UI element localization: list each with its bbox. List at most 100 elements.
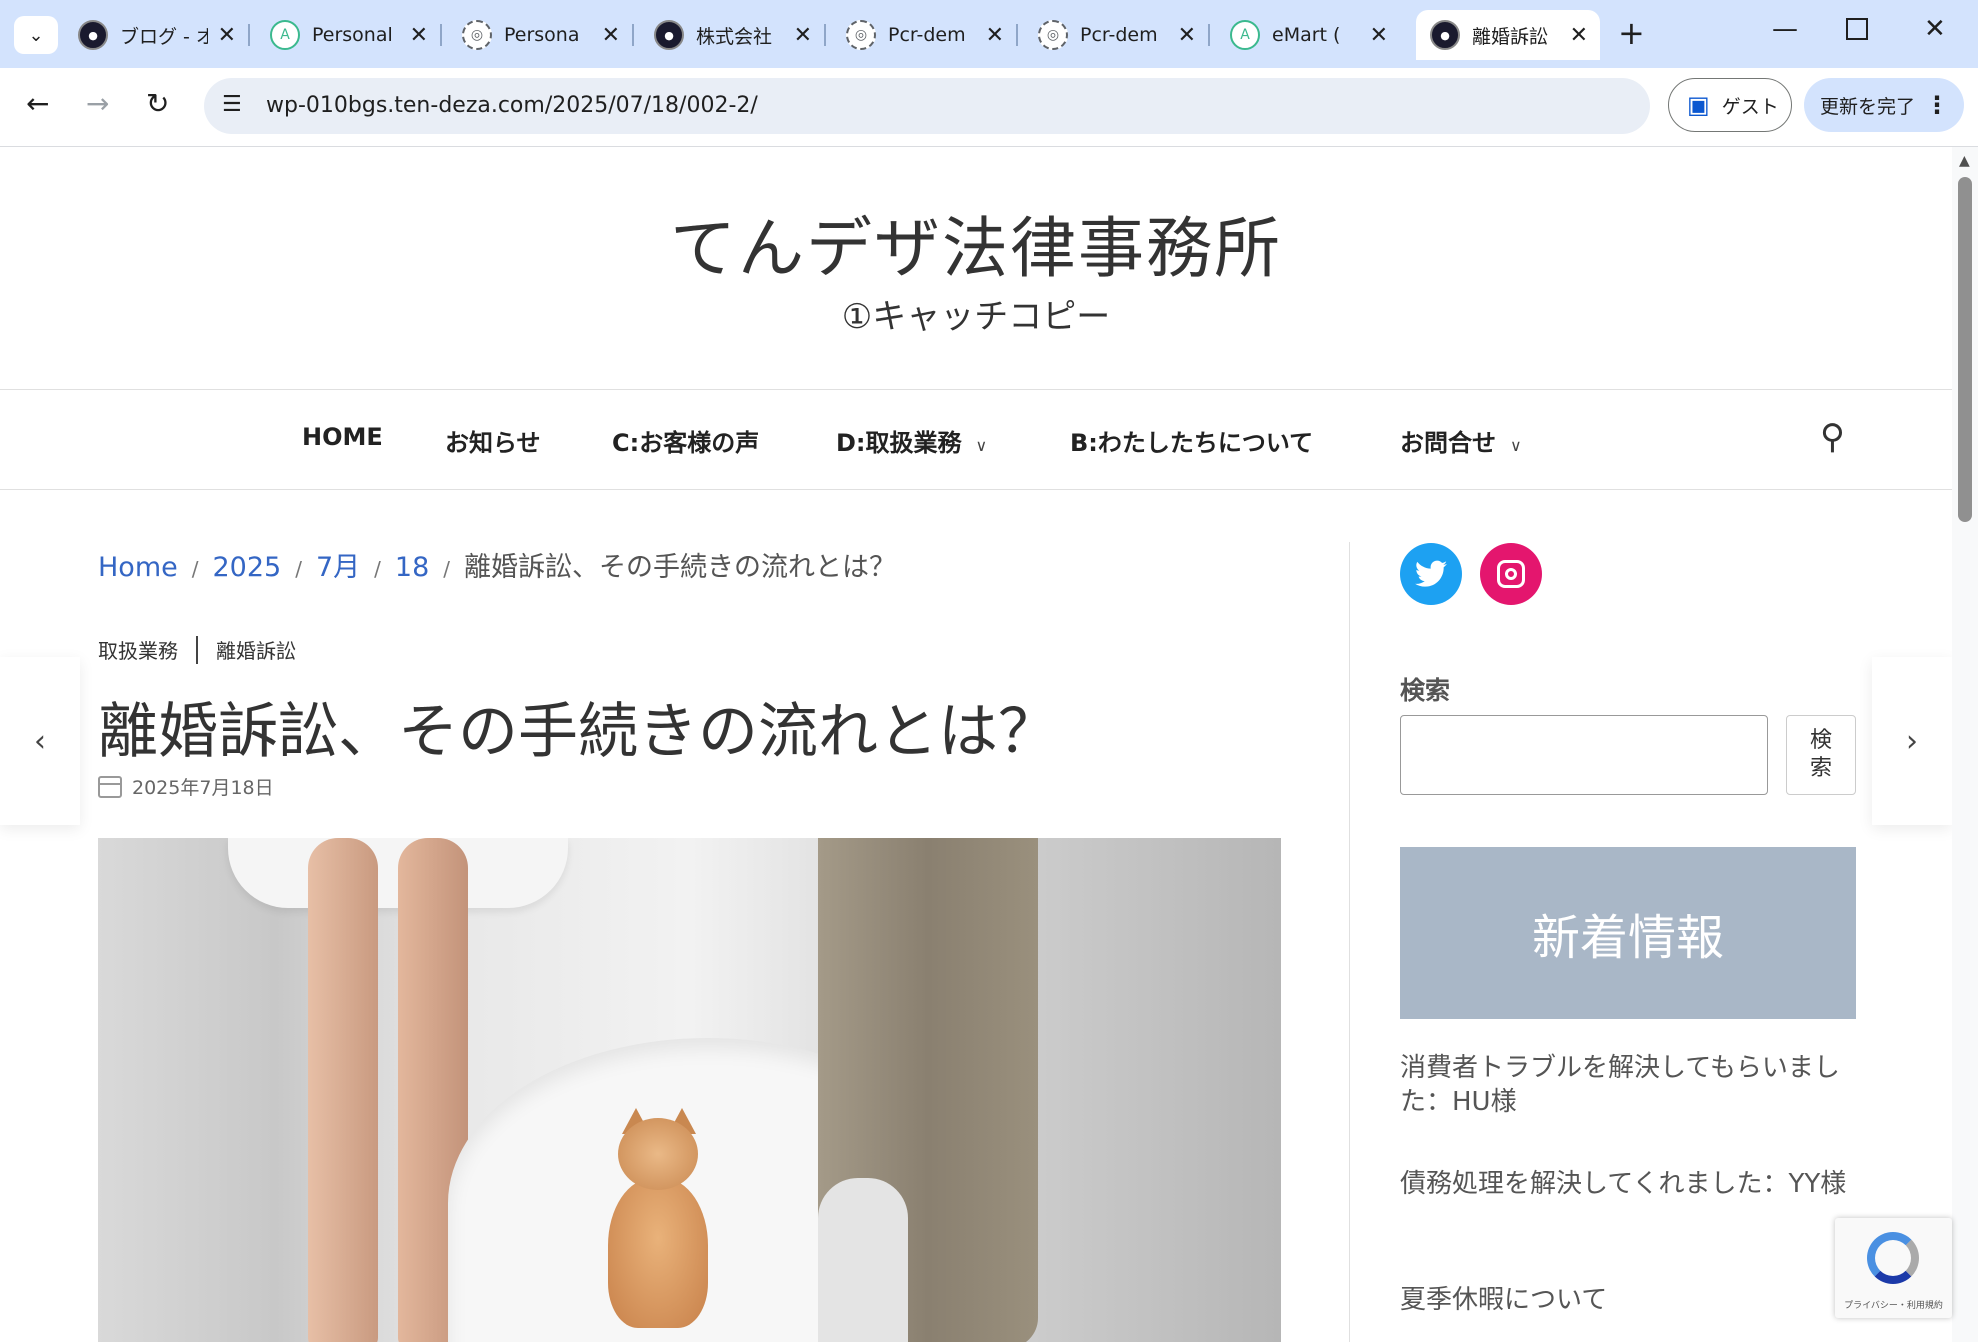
news-banner: 新着情報	[1400, 847, 1856, 1019]
minimize-icon[interactable]: —	[1772, 14, 1798, 44]
forward-arrow-icon[interactable]: →	[86, 87, 109, 120]
search-input[interactable]	[1400, 715, 1768, 795]
featured-image	[98, 838, 1281, 1342]
site-settings-icon[interactable]: ☰	[222, 92, 242, 117]
browser-tab[interactable]: ● ブログ - オ ✕	[64, 10, 250, 60]
menu-label: D:取扱業務	[836, 429, 962, 457]
calendar-icon	[98, 775, 122, 798]
breadcrumb: Home / 2025 / 7月 / 18 / 離婚訴訟、その手続きの流れとは？	[98, 545, 896, 584]
page-scrollbar[interactable]: ▲	[1952, 147, 1978, 1342]
tab-title: eMart (	[1272, 24, 1341, 46]
news-link[interactable]: 消費者トラブルを解決してもらいました：HU様	[1400, 1051, 1856, 1119]
scroll-up-icon[interactable]: ▲	[1959, 153, 1970, 169]
tab-separator	[824, 24, 826, 46]
previous-post-button[interactable]: ‹	[0, 657, 80, 825]
menu-label: B:わたしたちについて	[1070, 429, 1314, 457]
close-icon[interactable]: ✕	[410, 23, 428, 48]
menu-divider	[0, 489, 1952, 490]
twitter-bird-icon	[1415, 560, 1447, 587]
tab-title: Pcr-dem	[1080, 24, 1158, 46]
tab-title: Persona	[504, 24, 580, 46]
close-icon[interactable]: ✕	[1178, 23, 1196, 48]
menu-item-home[interactable]: HOME	[302, 423, 383, 451]
tab-separator	[632, 24, 634, 46]
breadcrumb-year[interactable]: 2025	[212, 552, 281, 583]
image-detail	[618, 1118, 698, 1190]
chevron-down-icon: ⌄	[28, 24, 44, 46]
search-button-label: 検 索	[1809, 728, 1832, 781]
scrollbar-thumb[interactable]	[1958, 177, 1972, 522]
chevron-down-icon: ∨	[975, 436, 988, 455]
tab-separator	[248, 24, 250, 46]
browser-tab[interactable]: ◎ Pcr-dem ✕	[1024, 10, 1210, 60]
next-post-button[interactable]: ›	[1872, 657, 1952, 825]
close-icon[interactable]: ✕	[794, 23, 812, 48]
breadcrumb-separator: /	[443, 557, 450, 581]
profile-label: ゲスト	[1721, 95, 1779, 118]
breadcrumb-separator: /	[191, 557, 199, 581]
instagram-icon[interactable]	[1480, 543, 1542, 605]
menu-item-voices[interactable]: C:お客様の声	[612, 423, 759, 458]
menu-item-services[interactable]: D:取扱業務 ∨	[836, 423, 987, 458]
reload-icon[interactable]: ↻	[146, 87, 169, 120]
post-date: 2025年7月18日	[98, 773, 274, 800]
browser-tab[interactable]: ● 株式会社 ✕	[640, 10, 826, 60]
breadcrumb-month[interactable]: 7月	[316, 552, 360, 583]
menu-label: お知らせ	[445, 429, 541, 457]
tab-separator	[1208, 24, 1210, 46]
menu-item-about[interactable]: B:わたしたちについて	[1070, 423, 1313, 458]
breadcrumb-day[interactable]: 18	[395, 552, 429, 583]
category-link[interactable]: 取扱業務	[98, 635, 178, 664]
category-link[interactable]: 離婚訴訟	[216, 635, 296, 664]
recaptcha-text[interactable]: プライバシー・利用規約	[1835, 1298, 1952, 1311]
tab-search-button[interactable]: ⌄	[14, 16, 58, 54]
menu-label: お問合せ	[1400, 429, 1496, 457]
site-favicon-icon: ●	[1430, 20, 1460, 50]
menu-item-contact[interactable]: お問合せ ∨	[1400, 423, 1522, 458]
url-text[interactable]: wp-010bgs.ten-deza.com/2025/07/18/002-2/	[266, 93, 758, 118]
menu-item-news[interactable]: お知らせ	[445, 423, 541, 458]
tab-title: Pcr-dem	[888, 24, 966, 46]
breadcrumb-home[interactable]: Home	[98, 552, 178, 583]
search-button[interactable]: 検 索	[1786, 715, 1856, 795]
close-icon[interactable]: ✕	[1370, 23, 1388, 48]
browser-tab[interactable]: ◎ Pcr-dem ✕	[832, 10, 1018, 60]
close-window-icon[interactable]: ✕	[1924, 14, 1946, 44]
site-title[interactable]: てんデザ法律事務所	[0, 195, 1952, 291]
recaptcha-badge[interactable]: プライバシー・利用規約	[1835, 1218, 1952, 1318]
tab-title: ブログ - オ	[120, 25, 208, 48]
breadcrumb-separator: /	[295, 557, 302, 581]
browser-tab[interactable]: A eMart ( ✕	[1216, 10, 1400, 60]
main-navigation: HOME お知らせ C:お客様の声 D:取扱業務 ∨ B:わたしたちについて お問…	[0, 423, 1952, 463]
site-favicon-icon: ●	[78, 20, 108, 50]
tab-strip: ⌄ ● ブログ - オ ✕ A Personal ✕ ◎ Persona ✕ ●…	[0, 0, 1978, 68]
close-icon[interactable]: ✕	[602, 23, 620, 48]
maximize-icon[interactable]	[1846, 18, 1868, 40]
browser-tab-active[interactable]: ● 離婚訴訟 ✕	[1416, 10, 1600, 60]
tab-title: 離婚訴訟	[1472, 25, 1549, 48]
address-bar[interactable]: ☰ wp-010bgs.ten-deza.com/2025/07/18/002-…	[204, 78, 1650, 134]
twitter-icon[interactable]	[1400, 543, 1462, 605]
menu-label: HOME	[302, 423, 383, 451]
web-page: てんデザ法律事務所 ①キャッチコピー HOME お知らせ C:お客様の声 D:取…	[0, 147, 1952, 1342]
update-button[interactable]: 更新を完了 ⋮	[1804, 78, 1964, 132]
new-tab-button[interactable]: +	[1618, 14, 1645, 52]
close-icon[interactable]: ✕	[218, 23, 236, 48]
close-icon[interactable]: ✕	[1570, 23, 1588, 48]
person-icon: ▣	[1687, 91, 1710, 119]
image-detail	[308, 838, 378, 1342]
back-arrow-icon[interactable]: ←	[26, 87, 49, 120]
site-favicon-icon: A	[1230, 20, 1260, 50]
camera-icon	[1497, 560, 1525, 588]
news-link[interactable]: 夏季休暇について	[1400, 1283, 1856, 1317]
profile-button[interactable]: ▣ ゲスト	[1668, 78, 1792, 132]
news-link[interactable]: 債務処理を解決してくれました：YY様	[1400, 1167, 1856, 1201]
more-menu-icon[interactable]: ⋮	[1925, 91, 1949, 119]
close-icon[interactable]: ✕	[986, 23, 1004, 48]
recaptcha-icon	[1867, 1232, 1919, 1284]
browser-tab[interactable]: ◎ Persona ✕	[448, 10, 634, 60]
chevron-right-icon: ›	[1906, 723, 1918, 759]
browser-tab[interactable]: A Personal ✕	[256, 10, 442, 60]
search-icon[interactable]: ⚲	[1820, 417, 1845, 457]
category-separator	[196, 635, 198, 664]
